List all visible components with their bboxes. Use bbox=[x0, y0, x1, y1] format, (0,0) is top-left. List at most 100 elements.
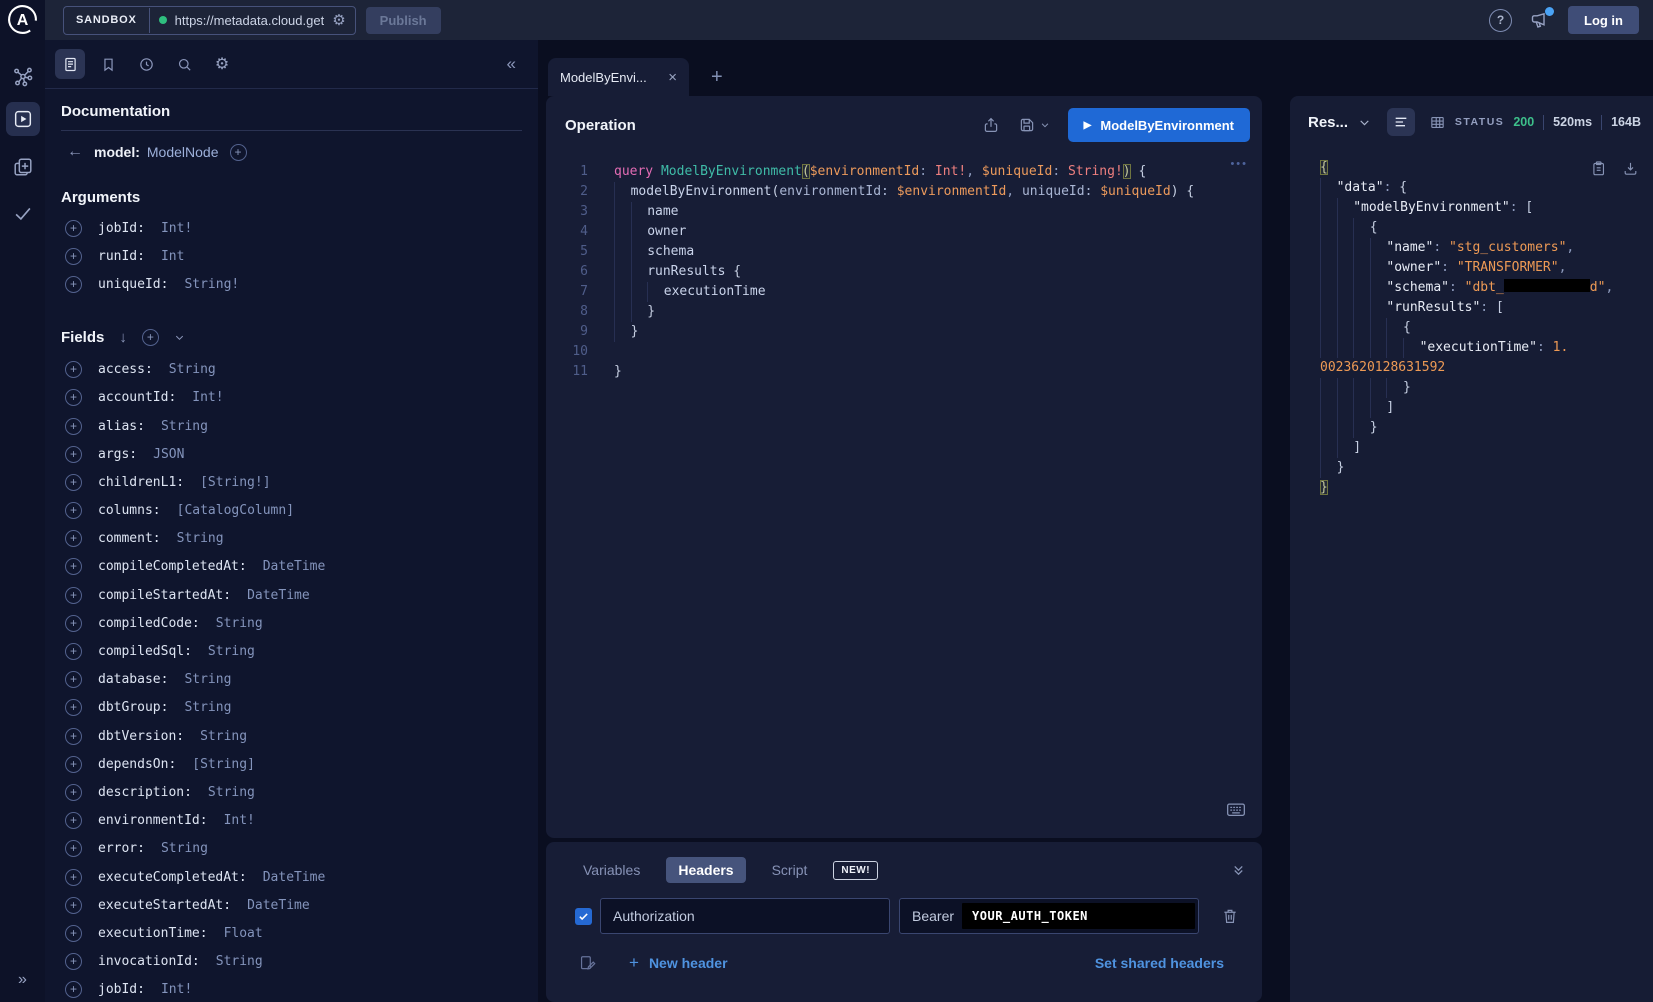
schema-field-row[interactable]: + compileCompletedAt:DateTime bbox=[61, 553, 522, 581]
add-field-icon[interactable]: + bbox=[65, 361, 82, 378]
add-field-icon[interactable]: + bbox=[65, 220, 82, 237]
schema-field-row[interactable]: + executeStartedAt:DateTime bbox=[61, 891, 522, 919]
schema-field-row[interactable]: + compileStartedAt:DateTime bbox=[61, 581, 522, 609]
set-shared-headers-button[interactable]: Set shared headers bbox=[1089, 954, 1230, 972]
rail-item-explorer[interactable] bbox=[6, 102, 40, 136]
add-field-icon[interactable]: + bbox=[65, 784, 82, 801]
schema-field-row[interactable]: + dbtGroup:String bbox=[61, 694, 522, 722]
endpoint-url-input[interactable]: https://metadata.cloud.get ⚙ bbox=[150, 11, 355, 29]
schema-field-row[interactable]: + alias:String bbox=[61, 412, 522, 440]
schema-field-row[interactable]: + jobId:Int! bbox=[61, 976, 522, 1002]
schema-field-row[interactable]: + access:String bbox=[61, 356, 522, 384]
add-field-icon[interactable]: + bbox=[65, 699, 82, 716]
endpoint-settings-icon[interactable]: ⚙ bbox=[332, 11, 345, 29]
schema-field-row[interactable]: + uniqueId:String! bbox=[61, 270, 522, 298]
sort-fields-icon[interactable]: ↓ bbox=[119, 329, 127, 346]
close-tab-icon[interactable]: × bbox=[668, 69, 677, 86]
add-all-fields-icon[interactable]: + bbox=[142, 329, 159, 346]
add-field-icon[interactable]: + bbox=[65, 587, 82, 604]
new-tab-button[interactable]: + bbox=[705, 58, 729, 96]
schema-field-row[interactable]: + comment:String bbox=[61, 525, 522, 553]
response-dropdown-icon[interactable] bbox=[1358, 116, 1371, 129]
schema-field-row[interactable]: + dependsOn:[String] bbox=[61, 750, 522, 778]
publish-button[interactable]: Publish bbox=[366, 7, 441, 34]
add-field-icon[interactable]: + bbox=[65, 643, 82, 660]
schema-field-row[interactable]: + description:String bbox=[61, 778, 522, 806]
tab-settings[interactable]: ⚙ bbox=[207, 49, 237, 79]
raw-view-button[interactable] bbox=[1387, 108, 1415, 136]
tab-variables[interactable]: Variables bbox=[571, 857, 652, 883]
add-field-icon[interactable]: + bbox=[65, 897, 82, 914]
add-field-icon[interactable]: + bbox=[65, 276, 82, 293]
header-name-input[interactable]: Authorization bbox=[600, 898, 890, 934]
add-field-icon[interactable]: + bbox=[65, 756, 82, 773]
header-value-input[interactable]: Bearer YOUR_AUTH_TOKEN bbox=[899, 898, 1199, 934]
operation-tab[interactable]: ModelByEnvi... × bbox=[548, 58, 689, 96]
schema-field-row[interactable]: + environmentId:Int! bbox=[61, 807, 522, 835]
schema-field-row[interactable]: + compiledCode:String bbox=[61, 609, 522, 637]
add-field-icon[interactable]: + bbox=[65, 530, 82, 547]
add-field-icon[interactable]: + bbox=[65, 248, 82, 265]
schema-field-row[interactable]: + compiledSql:String bbox=[61, 637, 522, 665]
table-view-button[interactable] bbox=[1423, 108, 1451, 136]
header-enabled-checkbox[interactable] bbox=[575, 908, 592, 925]
add-field-icon[interactable]: + bbox=[65, 869, 82, 886]
keyboard-shortcuts-icon[interactable] bbox=[1226, 801, 1246, 818]
collapse-panel-icon[interactable] bbox=[1231, 863, 1246, 878]
schema-field-row[interactable]: + args:JSON bbox=[61, 440, 522, 468]
add-field-icon[interactable]: + bbox=[65, 925, 82, 942]
add-field-icon[interactable]: + bbox=[65, 953, 82, 970]
delete-header-button[interactable] bbox=[1215, 906, 1245, 926]
add-field-icon[interactable]: + bbox=[65, 981, 82, 998]
login-button[interactable]: Log in bbox=[1568, 6, 1639, 34]
tab-headers[interactable]: Headers bbox=[666, 857, 745, 883]
add-field-icon[interactable]: + bbox=[65, 840, 82, 857]
add-field-icon[interactable]: + bbox=[65, 728, 82, 745]
collapse-docs-icon[interactable]: « bbox=[507, 54, 528, 74]
response-body[interactable]: {"data": {"modelByEnvironment": [{"name"… bbox=[1320, 158, 1651, 498]
schema-field-row[interactable]: + columns:[CatalogColumn] bbox=[61, 497, 522, 525]
schema-field-row[interactable]: + childrenL1:[String!] bbox=[61, 468, 522, 496]
tab-script[interactable]: Script bbox=[760, 857, 820, 883]
back-arrow-icon[interactable]: ← bbox=[67, 143, 83, 161]
announcements-icon[interactable] bbox=[1530, 10, 1550, 30]
add-field-icon[interactable]: + bbox=[65, 418, 82, 435]
schema-field-row[interactable]: + invocationId:String bbox=[61, 948, 522, 976]
operation-editor[interactable]: 1query ModelByEnvironment($environmentId… bbox=[546, 162, 1256, 382]
save-operation-icon[interactable] bbox=[1018, 116, 1050, 134]
schema-field-row[interactable]: + executionTime:Float bbox=[61, 919, 522, 947]
add-field-icon[interactable]: + bbox=[65, 446, 82, 463]
expand-sidebar-button[interactable]: » bbox=[0, 970, 45, 990]
add-field-icon[interactable]: + bbox=[65, 615, 82, 632]
tab-search[interactable] bbox=[169, 49, 199, 79]
help-icon[interactable]: ? bbox=[1489, 9, 1512, 32]
add-field-icon[interactable]: + bbox=[65, 558, 82, 575]
add-field-icon[interactable]: + bbox=[65, 474, 82, 491]
schema-field-row[interactable]: + database:String bbox=[61, 666, 522, 694]
add-field-icon[interactable]: + bbox=[65, 389, 82, 406]
schema-field-row[interactable]: + dbtVersion:String bbox=[61, 722, 522, 750]
new-header-button[interactable]: + New header bbox=[623, 952, 734, 974]
schema-field-row[interactable]: + jobId:Int! bbox=[61, 214, 522, 242]
rail-item-operation-collections[interactable] bbox=[6, 150, 40, 184]
apollo-logo-icon[interactable]: A bbox=[7, 4, 38, 35]
breadcrumb-type-link[interactable]: ModelNode bbox=[147, 144, 219, 160]
add-field-icon[interactable]: + bbox=[65, 671, 82, 688]
environment-variables-icon[interactable] bbox=[578, 954, 597, 973]
rail-item-schema[interactable] bbox=[6, 60, 40, 94]
rail-item-checks[interactable] bbox=[6, 196, 40, 230]
run-operation-button[interactable]: ▶ ModelByEnvironment bbox=[1068, 108, 1250, 142]
add-field-icon[interactable]: + bbox=[65, 502, 82, 519]
schema-field-row[interactable]: + executeCompletedAt:DateTime bbox=[61, 863, 522, 891]
chevron-down-icon[interactable] bbox=[174, 332, 185, 343]
tab-documentation[interactable] bbox=[55, 49, 85, 79]
add-type-icon[interactable]: + bbox=[230, 144, 247, 161]
schema-field-row[interactable]: + error:String bbox=[61, 835, 522, 863]
schema-field-row[interactable]: + runId:Int bbox=[61, 242, 522, 270]
add-field-icon[interactable]: + bbox=[65, 812, 82, 829]
share-operation-icon[interactable] bbox=[982, 116, 1000, 134]
tab-saved-operations[interactable] bbox=[93, 49, 123, 79]
tab-history[interactable] bbox=[131, 49, 161, 79]
auth-token-chip[interactable]: YOUR_AUTH_TOKEN bbox=[962, 903, 1195, 929]
schema-field-row[interactable]: + accountId:Int! bbox=[61, 384, 522, 412]
